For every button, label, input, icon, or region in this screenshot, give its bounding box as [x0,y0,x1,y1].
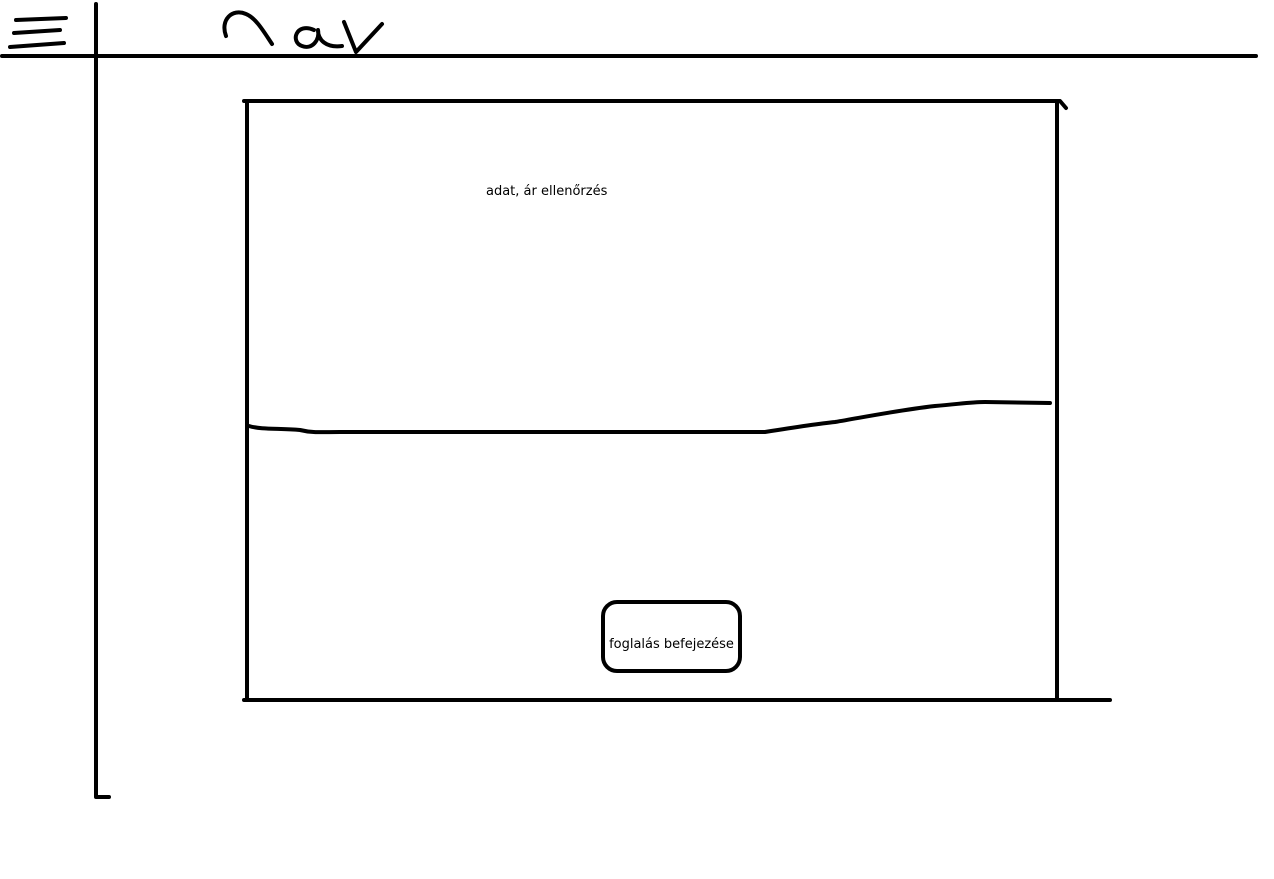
section-divider [247,400,1052,435]
finish-booking-label: foglalás befejezése [609,637,734,652]
wireframe-sketch [0,2,1258,799]
data-price-check-label: adat, ár ellenőrzés [486,184,608,199]
menu-button[interactable] [6,14,70,50]
page-title: nav [218,8,390,56]
sidebar-divider [94,2,111,799]
finish-booking-button[interactable]: foglalás befejezése [601,600,742,673]
